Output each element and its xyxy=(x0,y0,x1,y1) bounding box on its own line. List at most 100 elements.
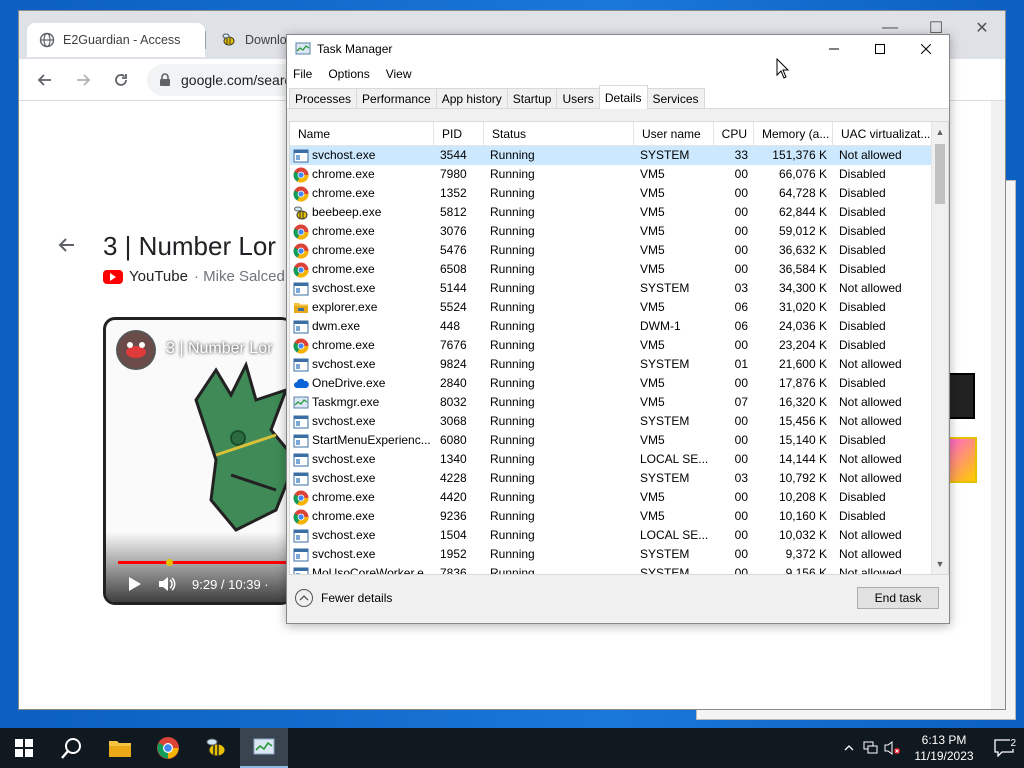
cpu-cell: 06 xyxy=(734,319,748,333)
table-row[interactable]: svchost.exe 1952 Running SYSTEM 00 9,372 K Not… xyxy=(290,545,948,564)
table-row[interactable]: StartMenuExperienc... 6080 Running VM5 00 15,… xyxy=(290,431,948,450)
close-icon xyxy=(921,44,931,54)
column-header-name[interactable]: Name xyxy=(290,122,434,146)
process-name-cell: svchost.exe xyxy=(290,526,434,545)
chrome-tab-e2guardian[interactable]: E2Guardian - Access xyxy=(27,23,205,57)
cpu-cell: 01 xyxy=(734,357,748,371)
related-thumbnail[interactable] xyxy=(947,373,975,419)
network-button[interactable] xyxy=(860,728,882,768)
taskbar-task-manager[interactable] xyxy=(240,728,288,768)
tab-services[interactable]: Services xyxy=(646,88,705,108)
fewer-details-button[interactable]: Fewer details xyxy=(295,589,392,607)
table-row[interactable]: svchost.exe 1340 Running LOCAL SE... 00 14,14… xyxy=(290,450,948,469)
video-player[interactable]: 3 | Number Lor 9:29 / 10:39 · xyxy=(103,317,293,605)
result-back-icon[interactable] xyxy=(57,235,77,261)
status-cell: Running xyxy=(490,224,535,238)
table-row[interactable]: svchost.exe 5144 Running SYSTEM 03 34,300 K No… xyxy=(290,279,948,298)
table-row[interactable]: Taskmgr.exe 8032 Running VM5 07 16,320 K Not a… xyxy=(290,393,948,412)
cpu-cell: 00 xyxy=(734,490,748,504)
related-thumbnail[interactable] xyxy=(947,437,977,483)
tab-users[interactable]: Users xyxy=(556,88,600,108)
table-row[interactable]: svchost.exe 9824 Running SYSTEM 01 21,600 K No… xyxy=(290,355,948,374)
minimize-button[interactable] xyxy=(811,35,857,63)
tab-processes[interactable]: Processes xyxy=(289,88,358,108)
forward-button[interactable] xyxy=(67,64,99,96)
table-scrollbar[interactable]: ▲ ▼ xyxy=(931,122,948,574)
table-row[interactable]: svchost.exe 3068 Running SYSTEM 00 15,456 K No… xyxy=(290,412,948,431)
column-header-status[interactable]: Status xyxy=(484,122,634,146)
show-hidden-icons-button[interactable] xyxy=(838,728,860,768)
menu-file[interactable]: File xyxy=(293,67,312,81)
pid-cell: 5144 xyxy=(440,281,467,295)
column-header-user-name[interactable]: User name xyxy=(634,122,714,146)
chrome-close-button[interactable]: ✕ xyxy=(959,13,1005,43)
table-row[interactable]: chrome.exe 1352 Running VM5 00 64,728 K Disabl… xyxy=(290,184,948,203)
table-row[interactable]: chrome.exe 5476 Running VM5 00 36,632 K Disabl… xyxy=(290,241,948,260)
clock[interactable]: 6:13 PM 11/19/2023 xyxy=(904,732,984,764)
play-icon[interactable] xyxy=(128,576,142,592)
pid-cell: 1504 xyxy=(440,528,467,542)
tab-app-history[interactable]: App history xyxy=(435,88,508,108)
column-header-cpu[interactable]: CPU xyxy=(714,122,754,146)
taskbar-chrome[interactable] xyxy=(144,728,192,768)
process-name: svchost.exe xyxy=(312,414,376,428)
pid-cell: 7836 xyxy=(440,566,467,575)
notification-count: 2 xyxy=(1010,738,1016,749)
cpu-cell: 00 xyxy=(734,338,748,352)
task-manager-titlebar[interactable]: Task Manager xyxy=(287,35,949,63)
menu-view[interactable]: View xyxy=(386,67,412,81)
user-cell: SYSTEM xyxy=(640,281,690,295)
table-row[interactable]: svchost.exe 4228 Running SYSTEM 03 10,792 K No… xyxy=(290,469,948,488)
back-button[interactable] xyxy=(29,64,61,96)
column-header-uac[interactable]: UAC virtualizat... xyxy=(833,122,932,146)
service-icon xyxy=(293,547,309,563)
volume-icon[interactable] xyxy=(158,576,176,592)
end-task-button[interactable]: End task xyxy=(857,587,939,609)
start-button[interactable] xyxy=(0,728,48,768)
video-progress-bar[interactable] xyxy=(118,559,293,566)
memory-cell: 10,208 K xyxy=(778,490,827,504)
status-cell: Running xyxy=(490,300,535,314)
user-cell: SYSTEM xyxy=(640,148,690,162)
video-result-title[interactable]: 3 | Number Lor xyxy=(103,231,276,262)
table-row[interactable]: chrome.exe 9236 Running VM5 00 10,160 K Disabl… xyxy=(290,507,948,526)
tab-details[interactable]: Details xyxy=(598,85,648,109)
volume-button[interactable] xyxy=(882,728,904,768)
table-row[interactable]: chrome.exe 7676 Running VM5 00 23,204 K Disabl… xyxy=(290,336,948,355)
close-button[interactable] xyxy=(903,35,949,63)
table-row[interactable]: chrome.exe 6508 Running VM5 00 36,584 K Disabl… xyxy=(290,260,948,279)
chrome-tab-download[interactable]: Downlo xyxy=(209,23,289,57)
column-header-memory[interactable]: Memory (a... xyxy=(754,122,833,146)
task-manager-icon xyxy=(253,738,275,755)
scroll-up-icon[interactable]: ▲ xyxy=(932,124,948,140)
action-center-button[interactable]: 2 xyxy=(984,738,1024,757)
table-row[interactable]: explorer.exe 5524 Running VM5 06 31,020 K Disa… xyxy=(290,298,948,317)
process-name: chrome.exe xyxy=(312,167,375,181)
table-row[interactable]: svchost.exe 3544 Running SYSTEM 33 151,376 K N… xyxy=(290,146,948,165)
page-scrollbar[interactable] xyxy=(991,101,1005,709)
menu-options[interactable]: Options xyxy=(328,67,369,81)
table-row[interactable]: chrome.exe 4420 Running VM5 00 10,208 K Disabl… xyxy=(290,488,948,507)
reload-button[interactable] xyxy=(105,64,137,96)
tab-startup[interactable]: Startup xyxy=(506,88,558,108)
search-button[interactable] xyxy=(48,728,96,768)
uac-cell: Not allowed xyxy=(839,547,902,561)
table-row[interactable]: MoUsoCoreWorker.e... 7836 Running SYSTEM 00 9… xyxy=(290,564,948,575)
table-row[interactable]: svchost.exe 1504 Running LOCAL SE... 00 10,03… xyxy=(290,526,948,545)
column-header-pid[interactable]: PID xyxy=(434,122,484,146)
scrollbar-thumb[interactable] xyxy=(935,144,945,204)
process-name: svchost.exe xyxy=(312,148,376,162)
table-row[interactable]: beebeep.exe 5812 Running VM5 00 62,844 K Disab… xyxy=(290,203,948,222)
table-row[interactable]: chrome.exe 3076 Running VM5 00 59,012 K Disabl… xyxy=(290,222,948,241)
process-name: beebeep.exe xyxy=(312,205,382,219)
taskbar-file-explorer[interactable] xyxy=(96,728,144,768)
scroll-down-icon[interactable]: ▼ xyxy=(932,556,948,572)
uac-cell: Not allowed xyxy=(839,566,902,575)
tab-performance[interactable]: Performance xyxy=(356,88,437,108)
table-row[interactable]: chrome.exe 7980 Running VM5 00 66,076 K Disabl… xyxy=(290,165,948,184)
table-row[interactable]: dwm.exe 448 Running DWM-1 06 24,036 K Disabled xyxy=(290,317,948,336)
progress-marker[interactable] xyxy=(166,559,173,566)
maximize-button[interactable] xyxy=(857,35,903,63)
taskbar-beebeep[interactable] xyxy=(192,728,240,768)
table-row[interactable]: OneDrive.exe 2840 Running VM5 00 17,876 K Disa… xyxy=(290,374,948,393)
